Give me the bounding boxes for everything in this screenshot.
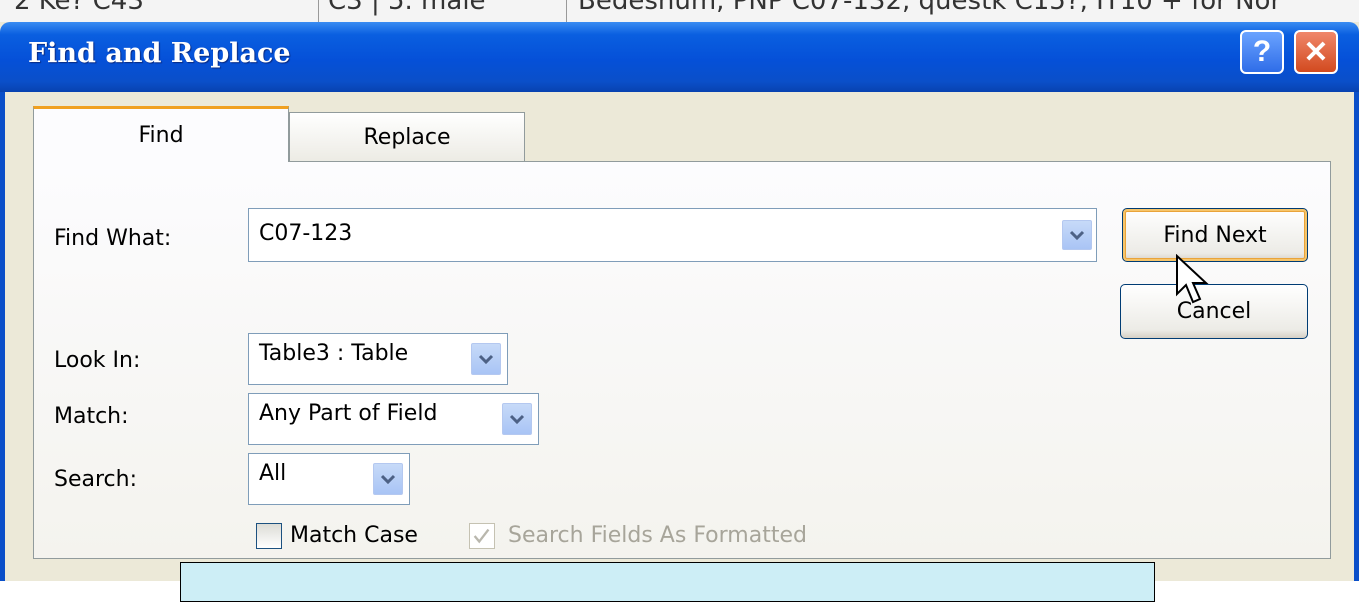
chevron-down-icon: [380, 474, 396, 485]
background-cell: Bedeshum, PNP C07-132, questk C15?, IT10…: [578, 0, 1282, 16]
find-what-combobox[interactable]: C07-123: [248, 208, 1097, 262]
find-next-button[interactable]: Find Next: [1122, 208, 1308, 262]
search-formatted-checkbox[interactable]: [469, 523, 495, 549]
column-divider: [318, 0, 319, 22]
match-case-checkbox[interactable]: [256, 523, 282, 549]
close-icon: ✕: [1303, 35, 1329, 69]
chevron-down-icon: [478, 354, 494, 365]
find-next-label: Find Next: [1163, 222, 1267, 248]
match-dropdown-button[interactable]: [502, 403, 532, 435]
search-formatted-label: Search Fields As Formatted: [508, 523, 807, 548]
background-table-row: 2 Ke? C43 C3 | 5. male Bedeshum, PNP C07…: [0, 0, 1359, 22]
title-bar[interactable]: Find and Replace ? ✕: [0, 22, 1359, 92]
search-value: All: [259, 461, 287, 486]
tab-replace[interactable]: Replace: [289, 112, 525, 162]
mouse-pointer-icon: [1176, 254, 1209, 304]
search-label: Search:: [54, 467, 137, 492]
window-frame-right: [1354, 92, 1359, 581]
look-in-value: Table3 : Table: [259, 341, 409, 366]
match-label: Match:: [54, 404, 129, 429]
match-select[interactable]: Any Part of Field: [248, 393, 539, 445]
match-case-label: Match Case: [290, 523, 418, 548]
tab-find[interactable]: Find: [33, 106, 289, 162]
search-direction-select[interactable]: All: [248, 453, 410, 505]
background-cell: C3 | 5. male: [328, 0, 486, 16]
tab-find-label: Find: [138, 123, 184, 148]
help-icon: ?: [1252, 35, 1272, 68]
chevron-down-icon: [509, 414, 525, 425]
column-divider: [566, 0, 567, 22]
help-button[interactable]: ?: [1240, 30, 1284, 74]
chevron-down-icon: [1069, 230, 1085, 241]
dialog-title: Find and Replace: [28, 38, 291, 69]
match-value: Any Part of Field: [259, 401, 438, 426]
close-button[interactable]: ✕: [1294, 30, 1338, 74]
background-cell: 2 Ke? C43: [14, 0, 144, 16]
tab-replace-label: Replace: [363, 125, 451, 150]
checkmark-icon: [473, 528, 490, 544]
find-what-dropdown-button[interactable]: [1062, 220, 1092, 250]
window-frame-left: [0, 92, 5, 581]
search-dropdown-button[interactable]: [373, 463, 403, 495]
find-what-value: C07-123: [259, 221, 353, 246]
caption-box: [180, 562, 1155, 602]
look-in-select[interactable]: Table3 : Table: [248, 333, 508, 385]
look-in-dropdown-button[interactable]: [471, 343, 501, 375]
look-in-label: Look In:: [54, 348, 141, 373]
find-replace-dialog: Find and Replace ? ✕ Find Replace Find W…: [0, 22, 1359, 581]
find-what-label: Find What:: [54, 226, 172, 251]
cancel-button[interactable]: Cancel: [1120, 284, 1308, 339]
